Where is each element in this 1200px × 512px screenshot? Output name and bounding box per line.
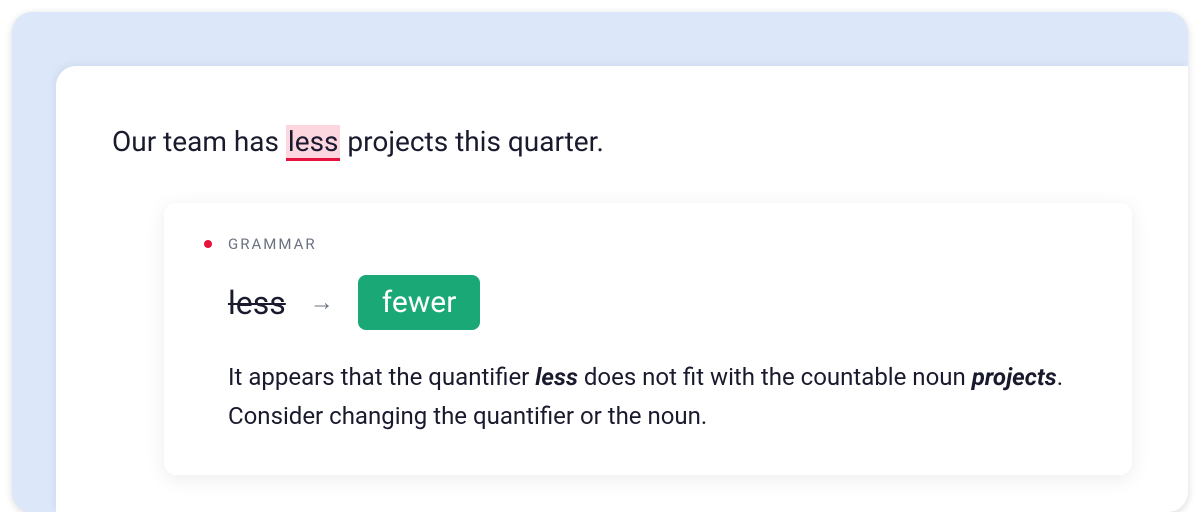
correction-row: less → fewer — [228, 275, 1092, 330]
category-label: GRAMMAR — [228, 235, 317, 253]
original-word: less — [228, 284, 286, 322]
explanation-part1: It appears that the quantifier — [228, 363, 535, 391]
category-dot-icon — [204, 240, 212, 248]
sentence-text: Our team has less projects this quarter. — [112, 122, 1132, 161]
sentence-after: projects this quarter. — [340, 125, 603, 158]
document-panel: Our team has less projects this quarter.… — [56, 66, 1188, 512]
suggestion-card: GRAMMAR less → fewer It appears that the… — [164, 203, 1132, 475]
replacement-button[interactable]: fewer — [358, 275, 481, 330]
outer-container: Our team has less projects this quarter.… — [12, 12, 1188, 512]
explanation-em2: projects — [972, 363, 1057, 391]
explanation-text: It appears that the quantifier less does… — [228, 358, 1092, 435]
flagged-word[interactable]: less — [286, 125, 341, 158]
arrow-right-icon: → — [310, 288, 334, 317]
explanation-part2: does not fit with the countable noun — [578, 363, 972, 391]
card-header: GRAMMAR — [204, 235, 1092, 253]
sentence-before: Our team has — [112, 125, 286, 158]
explanation-em1: less — [535, 363, 578, 391]
